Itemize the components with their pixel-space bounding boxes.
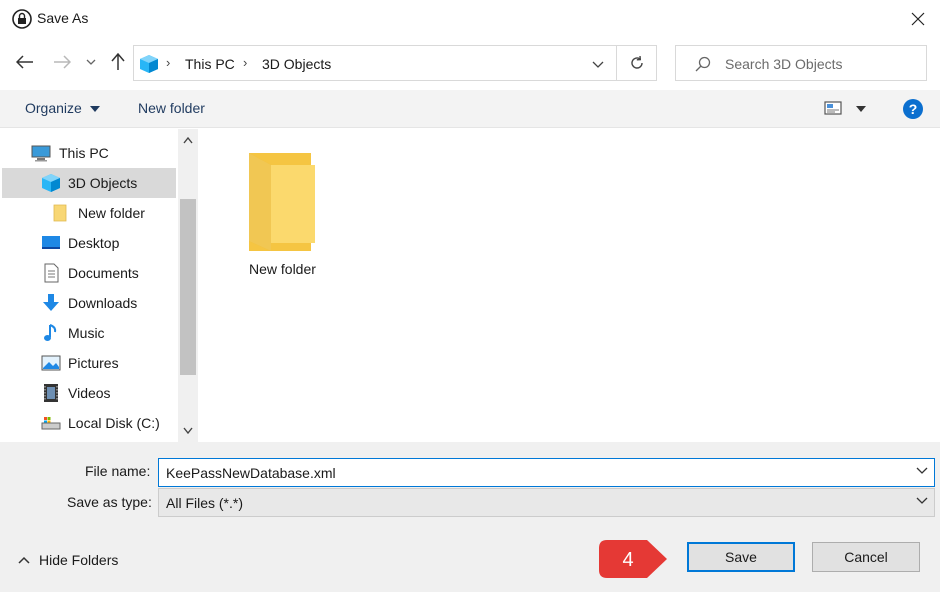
hide-folders-label: Hide Folders	[39, 552, 119, 568]
up-arrow-icon	[111, 53, 125, 70]
new-folder-button[interactable]: New folder	[138, 100, 205, 116]
tree-item-this-pc[interactable]: This PC	[2, 138, 176, 168]
help-icon: ?	[908, 101, 918, 117]
search-placeholder: Search 3D Objects	[725, 56, 843, 72]
tree-item-label: Downloads	[68, 295, 138, 311]
close-icon	[911, 12, 925, 26]
help-button[interactable]: ?	[903, 99, 923, 119]
documents-icon	[44, 263, 59, 283]
command-toolbar: Organize New folder ?	[0, 90, 940, 128]
close-button[interactable]	[896, 0, 940, 38]
chevron-down-icon	[916, 497, 928, 504]
3d-objects-icon	[140, 55, 158, 73]
breadcrumb-this-pc[interactable]: This PC	[185, 56, 235, 72]
tree-item-videos[interactable]: Videos	[2, 378, 176, 408]
tree-item-3d-objects[interactable]: 3D Objects	[2, 168, 176, 198]
file-name-label: File name:	[85, 463, 151, 479]
cancel-button[interactable]: Cancel	[812, 542, 920, 572]
save-as-type-value: All Files (*.*)	[166, 495, 244, 511]
save-as-type-select[interactable]: All Files (*.*)	[158, 488, 935, 517]
tree-item-label: Music	[68, 325, 105, 341]
tree-item-new-folder[interactable]: New folder	[2, 198, 176, 228]
folder-icon	[249, 153, 315, 251]
forward-arrow-icon	[54, 55, 71, 69]
tree-item-pictures[interactable]: Pictures	[2, 348, 176, 378]
music-icon	[44, 324, 57, 341]
breadcrumb-3d-objects[interactable]: 3D Objects	[262, 56, 331, 72]
desktop-icon	[42, 236, 60, 249]
tree-item-desktop[interactable]: Desktop	[2, 228, 176, 258]
downloads-icon	[43, 294, 59, 311]
tree-item-label: New folder	[78, 205, 145, 221]
title-bar: Save As	[0, 0, 940, 38]
chevron-down-icon[interactable]	[916, 467, 928, 474]
save-button[interactable]: Save	[687, 542, 795, 572]
dropdown-triangle-icon	[89, 106, 100, 113]
file-list: New folder	[199, 129, 940, 442]
file-name-input[interactable]: KeePassNewDatabase.xml	[158, 458, 935, 487]
refresh-button[interactable]	[617, 45, 657, 81]
scroll-up-arrow-icon[interactable]	[183, 137, 193, 144]
refresh-icon	[630, 55, 643, 69]
forward-button[interactable]	[50, 50, 74, 74]
save-form: File name: KeePassNewDatabase.xml Save a…	[0, 442, 940, 592]
tree-item-label: Desktop	[68, 235, 120, 251]
folder-icon	[53, 204, 67, 222]
chevron-up-icon	[18, 556, 30, 564]
step-number-badge: 4	[599, 540, 667, 578]
chevron-down-icon	[86, 59, 96, 65]
keepass-lock-icon	[12, 9, 32, 29]
navigation-scrollbar[interactable]	[178, 129, 198, 442]
this-pc-icon	[31, 145, 51, 162]
window-title: Save As	[37, 10, 89, 26]
tree-item-label: This PC	[59, 145, 109, 161]
back-button[interactable]	[13, 50, 37, 74]
tree-item-downloads[interactable]: Downloads	[2, 288, 176, 318]
tree-item-label: Videos	[68, 385, 111, 401]
scroll-down-arrow-icon[interactable]	[183, 427, 193, 434]
dropdown-triangle-icon	[856, 106, 866, 112]
step-number: 4	[622, 549, 633, 571]
file-name-value: KeePassNewDatabase.xml	[166, 465, 336, 481]
breadcrumb-separator: ›	[243, 55, 248, 70]
tree-item-label: Local Disk (C:)	[68, 415, 160, 431]
file-item-new-folder[interactable]: New folder	[239, 147, 333, 287]
up-button[interactable]	[106, 50, 130, 74]
breadcrumb-separator: ›	[166, 55, 171, 70]
change-view-button[interactable]	[824, 101, 868, 119]
videos-icon	[44, 384, 58, 402]
3d-objects-icon	[42, 174, 60, 192]
back-arrow-icon	[16, 55, 33, 69]
hide-folders-button[interactable]: Hide Folders	[18, 552, 118, 568]
tree-item-documents[interactable]: Documents	[2, 258, 176, 288]
search-icon	[695, 56, 711, 72]
recent-locations-button[interactable]	[82, 50, 100, 74]
navigation-pane: This PC 3D Objects New folder Desktop Do…	[2, 129, 198, 442]
address-bar[interactable]: › This PC › 3D Objects	[133, 45, 617, 81]
organize-button[interactable]: Organize	[25, 100, 100, 116]
tree-item-local-disk[interactable]: Local Disk (C:)	[2, 408, 176, 438]
pictures-icon	[41, 355, 61, 371]
tree-item-label: Pictures	[68, 355, 119, 371]
tree-item-label: 3D Objects	[68, 175, 138, 191]
tree-item-label: Documents	[68, 265, 139, 281]
save-as-type-label: Save as type:	[67, 494, 152, 510]
tree-item-music[interactable]: Music	[2, 318, 176, 348]
view-options-icon	[824, 101, 842, 115]
organize-label: Organize	[25, 100, 82, 116]
local-disk-icon	[41, 417, 61, 430]
search-box[interactable]: Search 3D Objects	[675, 45, 927, 81]
file-item-label: New folder	[249, 261, 316, 277]
navigation-bar: › This PC › 3D Objects Search 3D Objects	[0, 42, 940, 82]
scroll-thumb[interactable]	[180, 199, 196, 375]
chevron-down-icon[interactable]	[592, 61, 604, 68]
